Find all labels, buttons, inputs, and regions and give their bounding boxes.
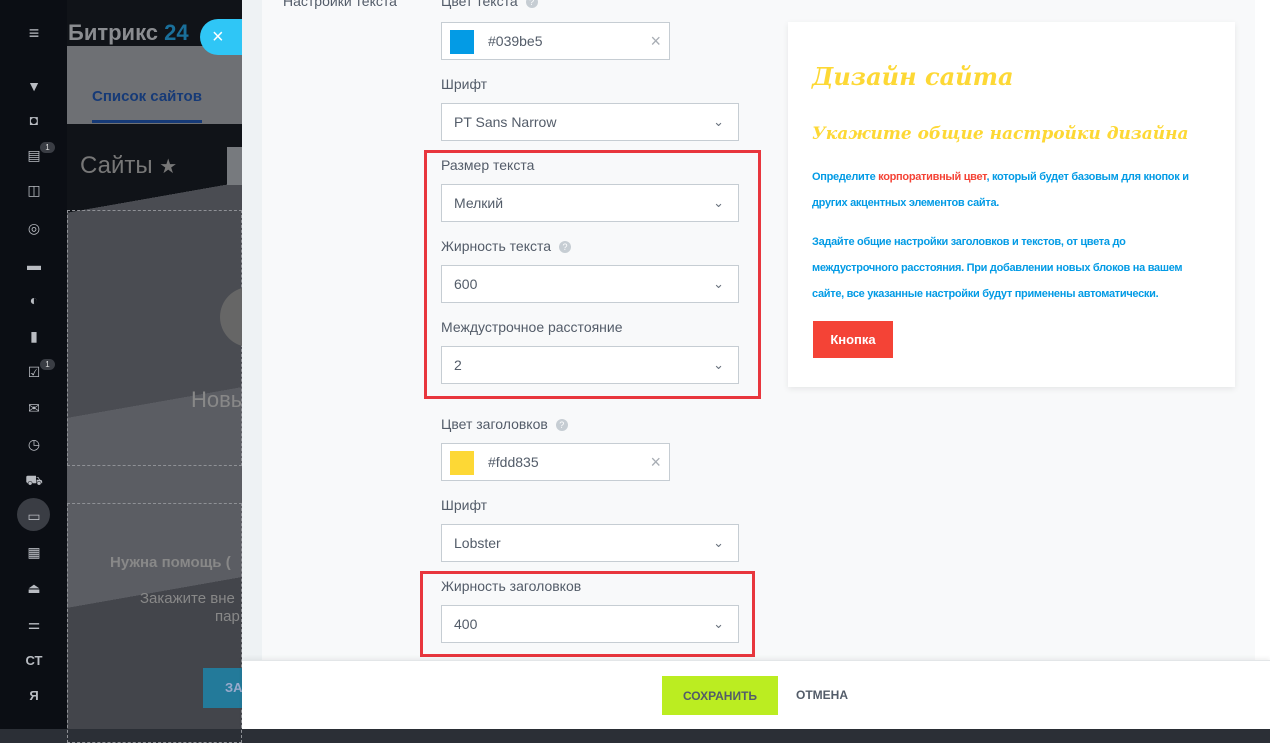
preview-title: Дизайн сайта	[812, 62, 1014, 91]
clear-icon[interactable]: ×	[650, 23, 661, 59]
heading-color-label: Цвет заголовков?	[441, 416, 568, 432]
apps-icon[interactable]: ▦	[24, 544, 44, 560]
left-sidebar: ≡ ▼ ◘ ▤ 1 ◫ ◎ ▬ ◐ ▮ ☑ 1 ✉ ◷ ⛟ ▭ ▦ ⏏ ⚌ СТ…	[0, 0, 67, 729]
tab-bar	[67, 46, 242, 124]
heading-font-label: Шрифт	[441, 497, 488, 513]
panel-left-strip	[242, 0, 262, 660]
user-initials[interactable]: СТ	[24, 653, 44, 669]
inbox-icon[interactable]: ▬	[24, 257, 44, 273]
heading-color-input[interactable]: #fdd835 ×	[441, 443, 670, 481]
help-icon[interactable]: ?	[555, 419, 568, 431]
text-font-label: Шрифт	[441, 76, 488, 92]
chart-icon[interactable]: ▮	[24, 328, 44, 344]
moon-icon[interactable]: ◐	[24, 292, 44, 308]
heading-font-select[interactable]: Lobster ⌄	[441, 524, 739, 562]
robot-icon[interactable]: ◘	[24, 112, 44, 128]
text-color-input[interactable]: #039be5 ×	[441, 22, 670, 60]
clear-icon[interactable]: ×	[650, 444, 661, 480]
heading-weight-select[interactable]: 400 ⌄	[441, 605, 739, 643]
chevron-down-icon: ⌄	[713, 357, 724, 372]
cashbox-icon[interactable]: ⏏	[24, 580, 44, 596]
design-preview: Дизайн сайта Укажите общие настройки диз…	[788, 22, 1235, 387]
menu-icon[interactable]: ≡	[24, 24, 44, 42]
chevron-down-icon: ⌄	[713, 276, 724, 291]
cart-icon[interactable]: ⛟	[24, 472, 44, 488]
chevron-down-icon: ⌄	[713, 535, 724, 550]
heading-weight-label: Жирность заголовков	[441, 578, 582, 594]
tab-underline	[92, 120, 202, 123]
text-weight-select[interactable]: 600 ⌄	[441, 265, 739, 303]
sites-icon[interactable]: ▭	[24, 508, 44, 524]
line-height-label: Междустрочное расстояние	[441, 319, 623, 335]
notification-badge: 1	[40, 142, 55, 153]
target-icon[interactable]: ◎	[24, 220, 44, 236]
notification-badge: 1	[40, 359, 55, 370]
chevron-down-icon: ⌄	[713, 195, 724, 210]
line-height-select[interactable]: 2 ⌄	[441, 346, 739, 384]
book-icon[interactable]: ◫	[24, 182, 44, 198]
preview-button: Кнопка	[813, 321, 893, 358]
preview-paragraph-2: Задайте общие настройки заголовков и тек…	[812, 236, 1183, 300]
new-site-card: Новы	[67, 210, 280, 466]
cancel-button[interactable]: ОТМЕНА	[796, 676, 848, 715]
user-avatar[interactable]: Я	[24, 688, 44, 704]
mail-icon[interactable]: ✉	[24, 400, 44, 416]
text-weight-label: Жирность текста?	[441, 238, 572, 254]
page-title: Сайты ★	[80, 152, 178, 179]
help-icon[interactable]: ?	[559, 241, 572, 253]
preview-paragraph-1: Определите корпоративный цвет, который б…	[812, 171, 1189, 209]
text-size-label: Размер текста	[441, 157, 535, 173]
bitrix-logo: Битрикс 24	[68, 20, 189, 45]
help-card: Нужна помощь ( Закажите вне пар ЗА	[67, 503, 263, 743]
chevron-down-icon: ⌄	[713, 114, 724, 129]
chevron-down-icon: ⌄	[713, 616, 724, 631]
text-size-select[interactable]: Мелкий ⌄	[441, 184, 739, 222]
settings-sliders-icon[interactable]: ⚌	[24, 616, 44, 632]
save-button[interactable]: СОХРАНИТЬ	[662, 676, 778, 715]
color-swatch[interactable]	[450, 451, 474, 475]
tab-sites-list[interactable]: Список сайтов	[92, 88, 202, 105]
section-label: Настройки текста	[283, 0, 397, 9]
clock-icon[interactable]: ◷	[24, 436, 44, 452]
text-color-label: Цвет текста?	[441, 0, 538, 9]
filter-icon[interactable]: ▼	[24, 78, 44, 94]
help-icon[interactable]: ?	[525, 0, 538, 8]
preview-subtitle: Укажите общие настройки дизайна	[812, 124, 1189, 144]
star-icon: ★	[159, 156, 178, 178]
text-font-select[interactable]: PT Sans Narrow ⌄	[441, 103, 739, 141]
color-swatch[interactable]	[450, 30, 474, 54]
